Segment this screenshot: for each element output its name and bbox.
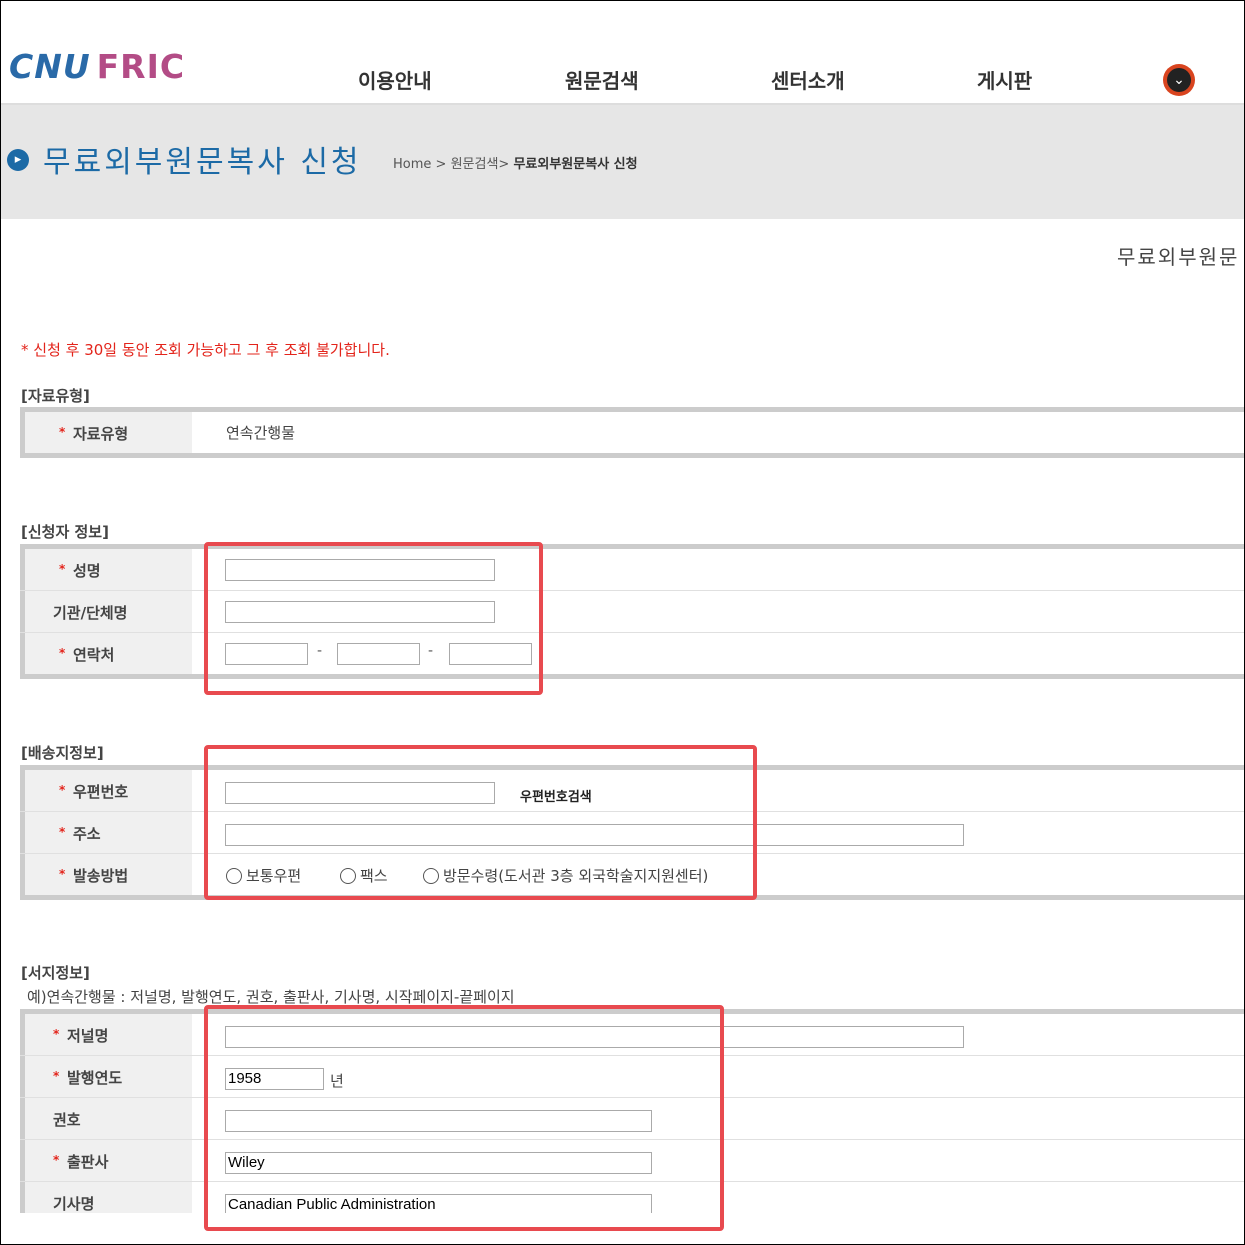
organization-label: 기관/단체명 [53, 604, 128, 622]
row-header: * 연락처 [20, 633, 192, 674]
breadcrumb-current: 무료외부원문복사 신청 [513, 157, 638, 172]
section-label-material-type: [자료유형] [21, 387, 90, 405]
row-header: * 저널명 [20, 1014, 192, 1055]
content-heading-cut: 무료외부원문 [1117, 245, 1240, 269]
row-header: * 자료유형 [20, 412, 192, 453]
nav-original-search[interactable]: 원문검색 [565, 65, 639, 94]
year-label: 발행연도 [67, 1069, 123, 1087]
required-mark: * [53, 1069, 60, 1083]
material-type-table: * 자료유형 연속간행물 [20, 407, 1244, 458]
phone-label: 연락처 [73, 646, 115, 664]
breadcrumb: Home > 원문검색> 무료외부원문복사 신청 [393, 153, 638, 172]
breadcrumb-home[interactable]: Home [393, 157, 431, 172]
article-label: 기사명 [53, 1195, 95, 1213]
required-mark: * [53, 1027, 60, 1041]
address-label: 주소 [73, 825, 101, 843]
name-label: 성명 [73, 562, 101, 580]
section-label-delivery: [배송지정보] [21, 744, 104, 762]
required-mark: * [59, 867, 66, 881]
volume-label: 권호 [53, 1111, 81, 1129]
row-header: * 발행연도 [20, 1056, 192, 1097]
row-header: * 우편번호 [20, 770, 192, 811]
notice-text: * 신청 후 30일 동안 조회 가능하고 그 후 조회 불가합니다. [21, 341, 390, 359]
row-header: 권호 [20, 1098, 192, 1139]
material-type-value: 연속간행물 [226, 424, 296, 442]
arrow-right-icon: ▸ [7, 149, 29, 171]
required-mark: * [59, 646, 66, 660]
required-mark: * [53, 1153, 60, 1167]
site-header: CNU FRIC 이용안내 원문검색 센터소개 게시판 ⌄ [1, 1, 1244, 105]
logo-cnu: CNU [9, 47, 91, 86]
row-header: * 출판사 [20, 1140, 192, 1181]
row-header: 기사명 [20, 1182, 192, 1213]
required-mark: * [59, 783, 66, 797]
row-header: 기관/단체명 [20, 591, 192, 632]
highlight-box [204, 745, 757, 900]
logo-fric: FRIC [96, 47, 186, 86]
highlight-box [204, 542, 543, 695]
row-header: * 발송방법 [20, 854, 192, 895]
journal-label: 저널명 [67, 1027, 109, 1045]
required-mark: * [59, 425, 66, 439]
required-mark: * [59, 562, 66, 576]
row-material-type: * 자료유형 연속간행물 [20, 412, 1244, 453]
breadcrumb-sep: > [498, 157, 510, 172]
title-band: ▸ 무료외부원문복사 신청 Home > 원문검색> 무료외부원문복사 신청 [1, 105, 1244, 219]
publisher-label: 출판사 [67, 1153, 109, 1171]
breadcrumb-sep: > [435, 157, 447, 172]
row-header: * 주소 [20, 812, 192, 853]
nav-usage-guide[interactable]: 이용안내 [358, 65, 432, 94]
required-mark: * [59, 825, 66, 839]
breadcrumb-section[interactable]: 원문검색 [451, 157, 499, 172]
site-logo[interactable]: CNU FRIC [9, 47, 185, 86]
row-header: * 성명 [20, 549, 192, 590]
zip-label: 우편번호 [73, 783, 129, 801]
page-title: 무료외부원문복사 신청 [43, 145, 362, 180]
shipping-method-label: 발송방법 [73, 867, 129, 885]
nav-center-intro[interactable]: 센터소개 [771, 65, 845, 94]
highlight-box [204, 1005, 724, 1231]
section-label-bibliography: [서지정보] [21, 964, 90, 982]
chevron-down-icon: ⌄ [1167, 68, 1191, 92]
nav-more-button[interactable]: ⌄ [1163, 64, 1195, 96]
page-frame: CNU FRIC 이용안내 원문검색 센터소개 게시판 ⌄ ▸ 무료외부원문복사 … [0, 0, 1245, 1245]
nav-board[interactable]: 게시판 [977, 65, 1032, 94]
section-label-applicant: [신청자 정보] [21, 523, 109, 541]
bibliography-hint: 예)연속간행물 : 저널명, 발행연도, 권호, 출판사, 기사명, 시작페이지… [27, 988, 515, 1006]
material-type-label: 자료유형 [73, 425, 129, 443]
